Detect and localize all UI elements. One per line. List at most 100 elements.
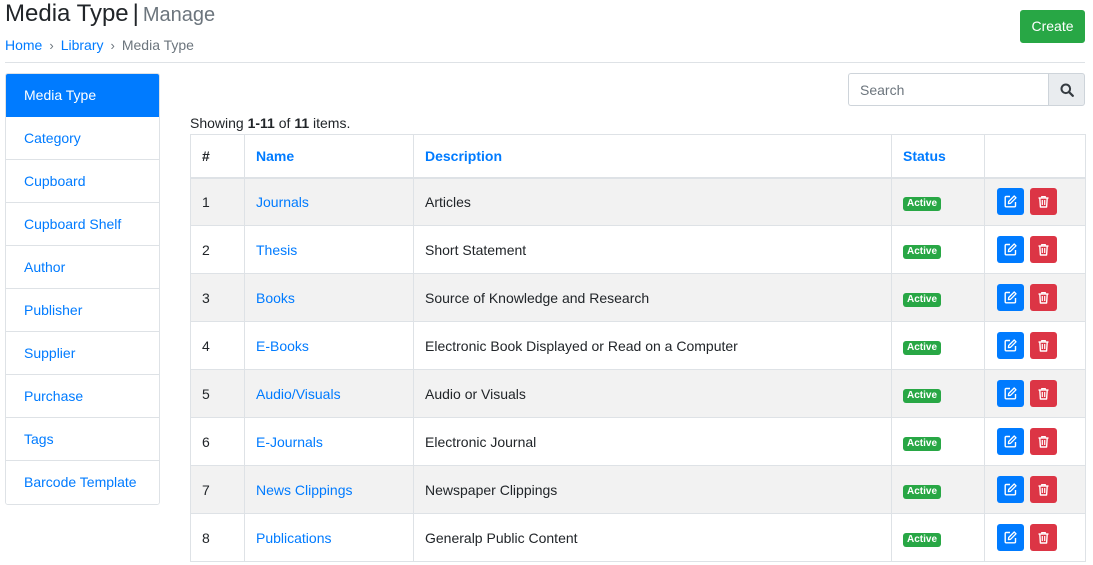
status-badge: Active	[903, 196, 942, 211]
row-description: Newspaper Clippings	[413, 465, 892, 514]
delete-button[interactable]	[1029, 428, 1057, 455]
status-badge: Active	[903, 340, 942, 355]
edit-button[interactable]	[997, 428, 1024, 455]
edit-icon	[1004, 291, 1017, 304]
row-status-cell: Active	[891, 321, 985, 370]
edit-button[interactable]	[997, 524, 1024, 551]
row-description: Source of Knowledge and Research	[413, 273, 892, 322]
table-row: 2 Thesis Short Statement Active	[190, 225, 1086, 274]
breadcrumb-current: Media Type	[121, 37, 194, 53]
row-description: Electronic Book Displayed or Read on a C…	[413, 321, 892, 370]
table-row: 6 E-Journals Electronic Journal Active	[190, 417, 1086, 466]
sidebar-item-category[interactable]: Category	[6, 117, 159, 160]
table-header-row: # Name Description Status	[190, 134, 1086, 179]
row-description: Short Statement	[413, 225, 892, 274]
row-number: 5	[190, 369, 245, 418]
sidebar-item-supplier[interactable]: Supplier	[6, 332, 159, 375]
row-name-link[interactable]: Publications	[256, 530, 332, 546]
delete-button[interactable]	[1029, 332, 1057, 359]
status-badge: Active	[903, 436, 942, 451]
status-badge: Active	[903, 532, 942, 547]
sidebar-item-publisher[interactable]: Publisher	[6, 289, 159, 332]
row-number: 2	[190, 225, 245, 274]
create-button[interactable]: Create	[1020, 10, 1085, 43]
delete-button[interactable]	[1029, 476, 1057, 503]
row-name-link[interactable]: Thesis	[256, 242, 297, 258]
edit-icon	[1004, 387, 1017, 400]
row-name-cell: Audio/Visuals	[244, 369, 414, 418]
search-button[interactable]	[1048, 73, 1085, 106]
table-row: 1 Journals Articles Active	[190, 177, 1086, 226]
page-title-main: Media Type	[5, 0, 129, 27]
row-actions	[984, 417, 1086, 466]
trash-icon	[1038, 531, 1049, 544]
status-badge: Active	[903, 484, 942, 499]
edit-icon	[1004, 483, 1017, 496]
sidebar-item-author[interactable]: Author	[6, 246, 159, 289]
row-name-link[interactable]: Audio/Visuals	[256, 386, 341, 402]
edit-icon	[1004, 531, 1017, 544]
sidebar-item-cupboard[interactable]: Cupboard	[6, 160, 159, 203]
row-name-cell: E-Books	[244, 321, 414, 370]
breadcrumb: Home › Library › Media Type	[5, 36, 194, 55]
row-description: Electronic Journal	[413, 417, 892, 466]
column-header-name[interactable]: Name	[244, 134, 414, 179]
search-group	[848, 73, 1085, 106]
delete-button[interactable]	[1029, 284, 1057, 311]
edit-icon	[1004, 339, 1017, 352]
delete-button[interactable]	[1029, 380, 1057, 407]
column-header-number: #	[190, 134, 245, 179]
table-row: 3 Books Source of Knowledge and Research Ac…	[190, 273, 1086, 322]
summary-total: 11	[294, 115, 310, 131]
trash-icon	[1038, 435, 1049, 448]
row-name-cell: Journals	[244, 177, 414, 226]
row-status-cell: Active	[891, 417, 985, 466]
sidebar-item-tags[interactable]: Tags	[6, 418, 159, 461]
edit-button[interactable]	[997, 380, 1024, 407]
search-input[interactable]	[848, 73, 1049, 106]
column-header-status[interactable]: Status	[891, 134, 985, 179]
delete-button[interactable]	[1029, 524, 1057, 551]
column-header-description[interactable]: Description	[413, 134, 892, 179]
sidebar-item-purchase[interactable]: Purchase	[6, 375, 159, 418]
row-name-link[interactable]: News Clippings	[256, 482, 352, 498]
media-type-table: # Name Description Status 1 Journals Artic…	[190, 134, 1086, 562]
edit-button[interactable]	[997, 188, 1024, 216]
row-status-cell: Active	[891, 465, 985, 514]
breadcrumb-library-link[interactable]: Library	[61, 37, 104, 53]
delete-button[interactable]	[1029, 236, 1057, 263]
row-number: 1	[190, 177, 245, 226]
sidebar-item-cupboard-shelf[interactable]: Cupboard Shelf	[6, 203, 159, 246]
trash-icon	[1038, 483, 1049, 496]
row-name-cell: News Clippings	[244, 465, 414, 514]
row-name-link[interactable]: Journals	[256, 194, 309, 210]
row-number: 3	[190, 273, 245, 322]
row-actions	[984, 369, 1086, 418]
page-title: Media Type | Manage	[5, 0, 215, 29]
trash-icon	[1038, 196, 1049, 208]
edit-button[interactable]	[997, 236, 1024, 263]
edit-button[interactable]	[997, 332, 1024, 359]
row-actions	[984, 177, 1086, 226]
status-badge: Active	[903, 388, 942, 403]
row-actions	[984, 321, 1086, 370]
row-name-link[interactable]: E-Journals	[256, 434, 323, 450]
search-icon	[1060, 83, 1074, 97]
status-badge: Active	[903, 292, 942, 307]
sidebar-item-barcode-template[interactable]: Barcode Template	[6, 461, 159, 504]
breadcrumb-separator: ›	[49, 38, 54, 53]
sidebar-nav: Media Type Category Cupboard Cupboard Sh…	[5, 73, 160, 505]
delete-button[interactable]	[1029, 188, 1057, 216]
breadcrumb-home-link[interactable]: Home	[5, 37, 42, 53]
status-badge: Active	[903, 244, 942, 259]
row-name-link[interactable]: E-Books	[256, 338, 309, 354]
row-actions	[984, 225, 1086, 274]
row-actions	[984, 465, 1086, 514]
edit-button[interactable]	[997, 476, 1024, 503]
row-name-link[interactable]: Books	[256, 290, 295, 306]
sidebar-item-media-type[interactable]: Media Type	[6, 74, 159, 117]
trash-icon	[1038, 243, 1049, 256]
header-divider	[5, 62, 1085, 63]
table-row: 8 Publications Generalp Public Content Acti…	[190, 513, 1086, 562]
edit-button[interactable]	[997, 284, 1024, 311]
